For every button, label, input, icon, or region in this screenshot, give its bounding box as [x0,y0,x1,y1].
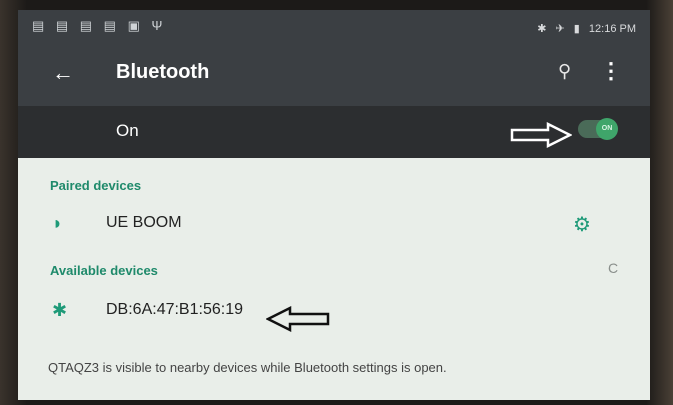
screen: ▤ ▤ ▤ ▤ ▣ Ψ ✱ ✈ ▮ 12:16 PM ← Bluetooth ⚲… [18,10,650,400]
status-icons: ✱ ✈ ▮ 12:16 PM [531,22,636,35]
page-title: Bluetooth [116,61,210,83]
bluetooth-status-icon: ✱ [537,23,547,35]
clock: 12:16 PM [588,23,636,35]
notification-icons: ▤ ▤ ▤ ▤ ▣ Ψ [32,18,167,33]
status-bar: ▤ ▤ ▤ ▤ ▣ Ψ ✱ ✈ ▮ 12:16 PM [18,10,650,42]
visibility-notice: QTAQZ3 is visible to nearby devices whil… [48,360,447,375]
search-icon[interactable]: ⚲ [558,61,571,82]
paired-device-row[interactable]: ◗ UE BOOM ⚙ [18,201,650,247]
annotation-arrow-right-icon [510,122,572,148]
airplane-icon: ✈ [555,23,565,35]
gear-icon[interactable]: ⚙ [573,212,591,237]
refresh-spinner-icon: C [608,260,619,276]
paired-devices-header: Paired devices [50,178,142,193]
toggle-thumb: ON [596,118,618,140]
device-address: DB:6A:47:B1:56:19 [106,301,243,318]
tablet-bezel: ▤ ▤ ▤ ▤ ▣ Ψ ✱ ✈ ▮ 12:16 PM ← Bluetooth ⚲… [0,0,673,405]
available-device-row[interactable]: ✱ DB:6A:47:B1:56:19 [18,288,650,334]
app-bar: ← Bluetooth ⚲ ⋮ [18,42,650,106]
bluetooth-icon: ✱ [52,300,68,320]
bluetooth-toggle[interactable]: ON [578,118,618,140]
battery-icon: ▮ [573,23,580,35]
switch-label: On [116,121,139,140]
device-name: UE BOOM [106,214,182,231]
more-options-icon[interactable]: ⋮ [600,58,622,84]
headphones-icon: ◗ [52,213,63,233]
available-devices-header: Available devices [50,263,158,278]
annotation-arrow-left-icon [266,306,330,332]
back-arrow-icon[interactable]: ← [52,60,74,86]
